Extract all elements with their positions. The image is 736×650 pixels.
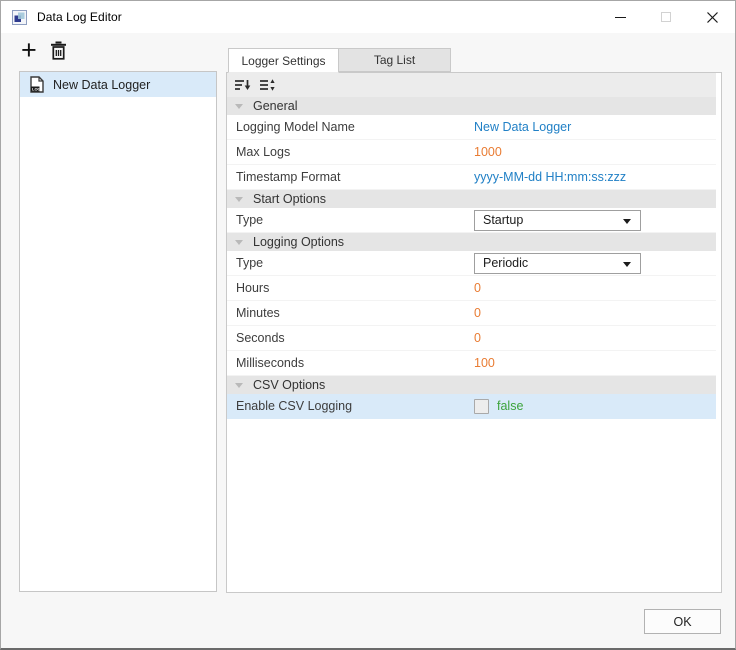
data-log-editor-window: Data Log Editor + bbox=[0, 0, 736, 650]
property-label: Milliseconds bbox=[227, 356, 474, 370]
property-row-timestamp-format[interactable]: Timestamp Format yyyy-MM-dd HH:mm:ss:zzz bbox=[227, 165, 716, 190]
property-grid: General Logging Model Name New Data Logg… bbox=[227, 73, 716, 419]
property-label: Type bbox=[227, 256, 474, 270]
logging-type-dropdown[interactable]: Periodic bbox=[474, 253, 641, 274]
section-header-logging-options[interactable]: Logging Options bbox=[227, 233, 716, 251]
collapse-triangle-icon bbox=[235, 104, 243, 109]
seconds-value[interactable]: 0 bbox=[474, 331, 481, 345]
expand-all-button[interactable] bbox=[259, 78, 276, 92]
timestamp-format-value[interactable]: yyyy-MM-dd HH:mm:ss:zzz bbox=[474, 170, 626, 184]
tab-logger-settings[interactable]: Logger Settings bbox=[228, 48, 339, 73]
tab-tag-list-label: Tag List bbox=[374, 53, 415, 67]
collapse-all-icon bbox=[234, 78, 251, 92]
property-row-max-logs[interactable]: Max Logs 1000 bbox=[227, 140, 716, 165]
title-bar: Data Log Editor bbox=[1, 1, 735, 33]
section-title: General bbox=[253, 99, 297, 113]
property-label: Max Logs bbox=[227, 145, 474, 159]
collapse-all-button[interactable] bbox=[234, 78, 251, 92]
maximize-button[interactable] bbox=[643, 1, 689, 33]
property-row-start-type[interactable]: Type Startup bbox=[227, 208, 716, 233]
close-icon bbox=[707, 12, 718, 23]
property-label: Logging Model Name bbox=[227, 120, 474, 134]
property-row-logging-model-name[interactable]: Logging Model Name New Data Logger bbox=[227, 115, 716, 140]
window-controls bbox=[597, 1, 735, 33]
maximize-icon bbox=[661, 12, 671, 22]
start-type-dropdown[interactable]: Startup bbox=[474, 210, 641, 231]
enable-csv-logging-checkbox[interactable] bbox=[474, 399, 489, 414]
property-label: Seconds bbox=[227, 331, 474, 345]
milliseconds-value[interactable]: 100 bbox=[474, 356, 495, 370]
add-logger-button[interactable]: + bbox=[21, 39, 37, 61]
property-row-logging-type[interactable]: Type Periodic bbox=[227, 251, 716, 276]
logging-model-name-value[interactable]: New Data Logger bbox=[474, 120, 571, 134]
property-row-milliseconds[interactable]: Milliseconds 100 bbox=[227, 351, 716, 376]
section-title: CSV Options bbox=[253, 378, 325, 392]
logger-list-item[interactable]: LOG New Data Logger bbox=[20, 72, 216, 97]
collapse-triangle-icon bbox=[235, 383, 243, 388]
logging-type-selected-value: Periodic bbox=[483, 256, 528, 270]
minimize-button[interactable] bbox=[597, 1, 643, 33]
app-icon bbox=[12, 10, 27, 25]
expand-all-icon bbox=[259, 78, 276, 92]
section-header-general[interactable]: General bbox=[227, 97, 716, 115]
logger-list: LOG New Data Logger bbox=[19, 71, 217, 592]
logger-list-item-label: New Data Logger bbox=[53, 78, 150, 92]
property-label: Hours bbox=[227, 281, 474, 295]
section-header-csv-options[interactable]: CSV Options bbox=[227, 376, 716, 394]
start-type-selected-value: Startup bbox=[483, 213, 523, 227]
property-label: Minutes bbox=[227, 306, 474, 320]
logger-list-toolbar: + bbox=[21, 39, 67, 61]
enable-csv-logging-value: false bbox=[497, 399, 523, 413]
svg-text:LOG: LOG bbox=[32, 87, 41, 92]
property-row-seconds[interactable]: Seconds 0 bbox=[227, 326, 716, 351]
property-row-hours[interactable]: Hours 0 bbox=[227, 276, 716, 301]
property-label: Timestamp Format bbox=[227, 170, 474, 184]
section-title: Logging Options bbox=[253, 235, 344, 249]
hours-value[interactable]: 0 bbox=[474, 281, 481, 295]
minutes-value[interactable]: 0 bbox=[474, 306, 481, 320]
chevron-down-icon bbox=[623, 262, 631, 267]
property-row-enable-csv-logging[interactable]: Enable CSV Logging false bbox=[227, 394, 716, 419]
section-title: Start Options bbox=[253, 192, 326, 206]
tab-bar: Logger Settings Tag List bbox=[228, 48, 451, 73]
tab-tag-list[interactable]: Tag List bbox=[339, 48, 451, 72]
collapse-triangle-icon bbox=[235, 197, 243, 202]
section-header-start-options[interactable]: Start Options bbox=[227, 190, 716, 208]
property-label: Type bbox=[227, 213, 474, 227]
chevron-down-icon bbox=[623, 219, 631, 224]
property-row-minutes[interactable]: Minutes 0 bbox=[227, 301, 716, 326]
property-label: Enable CSV Logging bbox=[227, 399, 474, 413]
collapse-triangle-icon bbox=[235, 240, 243, 245]
window-title: Data Log Editor bbox=[37, 10, 122, 24]
close-button[interactable] bbox=[689, 1, 735, 33]
max-logs-value[interactable]: 1000 bbox=[474, 145, 502, 159]
delete-logger-button[interactable] bbox=[50, 41, 67, 60]
property-grid-toolbar bbox=[227, 73, 716, 97]
logger-settings-panel: General Logging Model Name New Data Logg… bbox=[226, 72, 722, 593]
ok-button[interactable]: OK bbox=[644, 609, 721, 634]
log-file-icon: LOG bbox=[30, 76, 44, 93]
tab-logger-settings-label: Logger Settings bbox=[241, 54, 325, 68]
minimize-icon bbox=[615, 17, 626, 18]
